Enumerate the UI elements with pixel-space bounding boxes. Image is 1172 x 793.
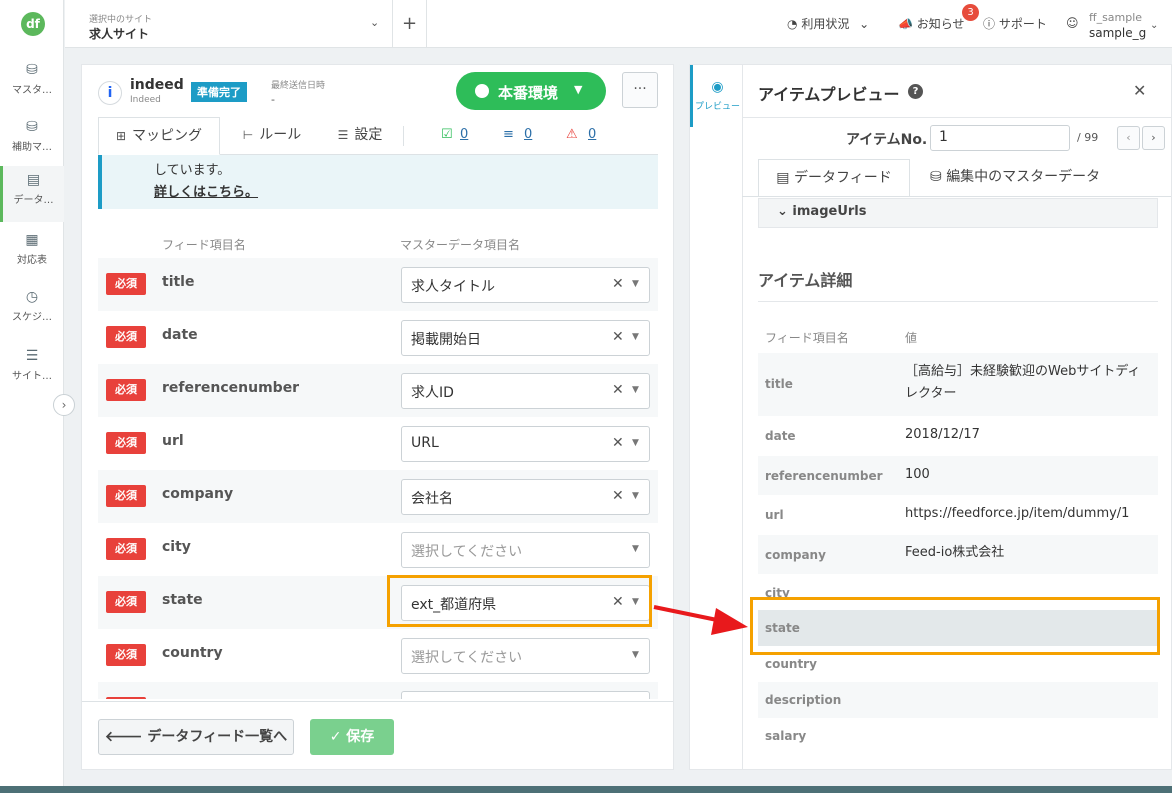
annotation-arrow-icon [653, 605, 748, 635]
app-window: df ⛁ マスタ… ⛁ 補助マ… ▤ データ… ▦ 対応表 ◷ スケジ… ☰ サ… [0, 0, 1172, 786]
